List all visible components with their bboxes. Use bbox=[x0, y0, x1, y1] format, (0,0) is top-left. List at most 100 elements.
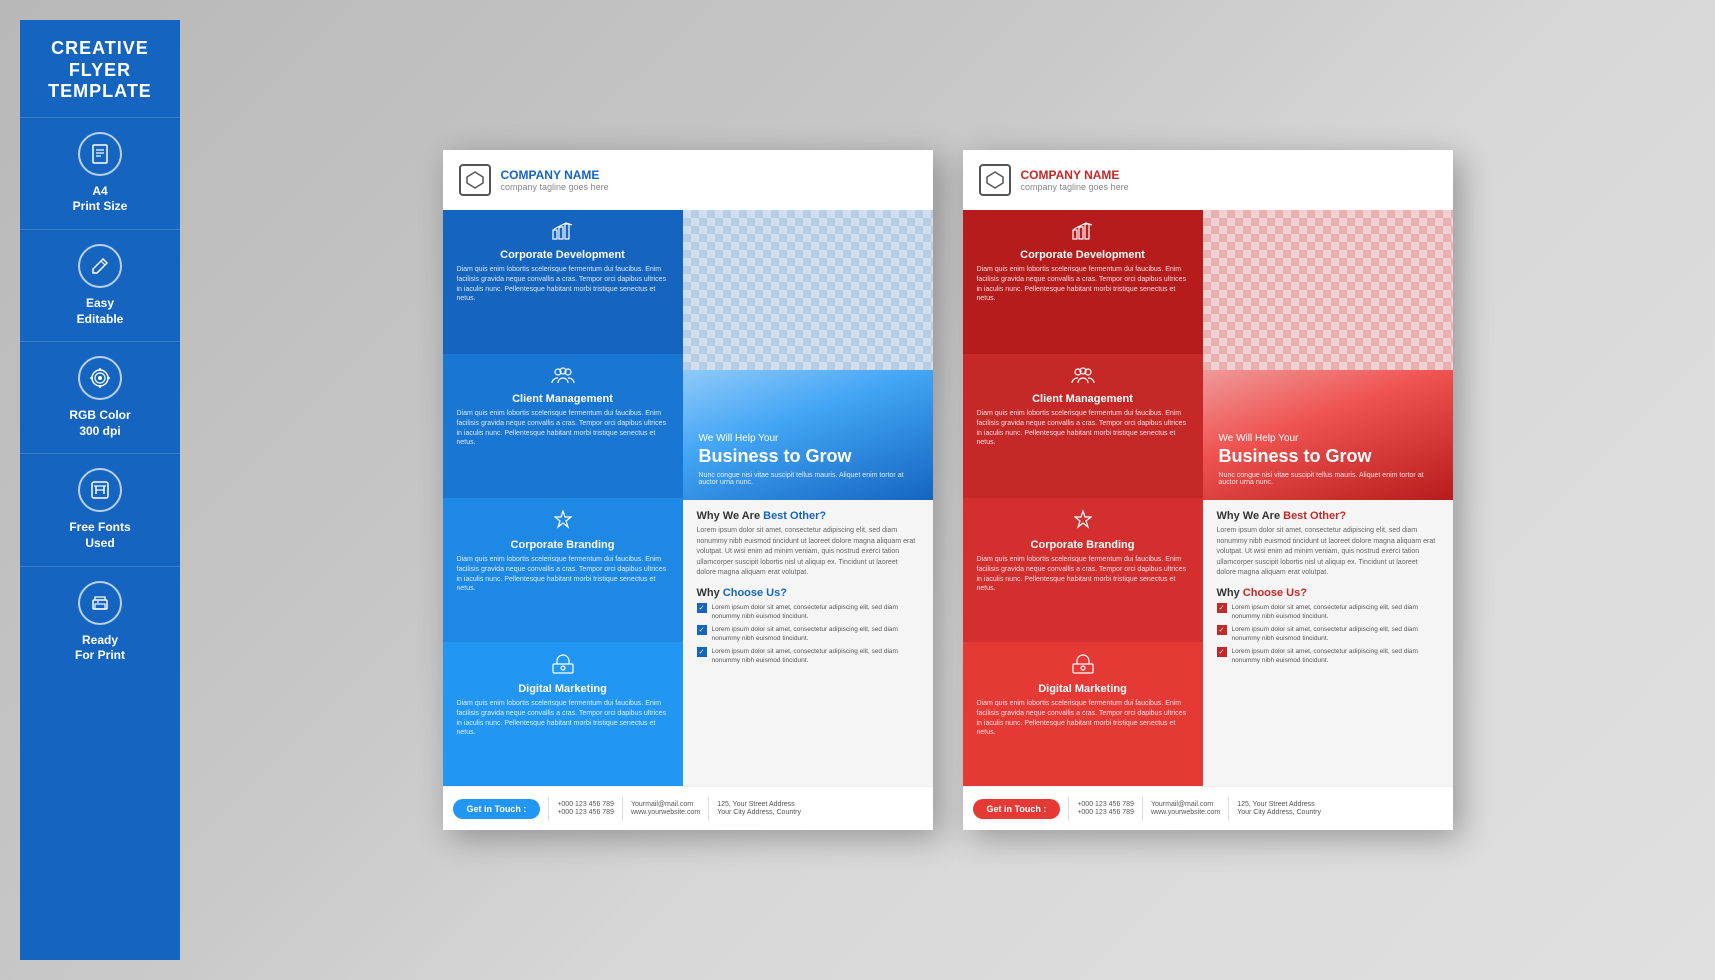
sidebar: CREATIVEFLYERTEMPLATE A4Print Size Eas bbox=[20, 20, 180, 960]
flyers-area: COMPANY NAME company tagline goes here bbox=[200, 20, 1695, 960]
hero-blue: We Will Help Your Business to Grow Nunc … bbox=[683, 370, 933, 500]
printer-icon bbox=[78, 581, 122, 625]
section-title-marketing-blue: Digital Marketing bbox=[457, 683, 669, 695]
hero-red: We Will Help Your Business to Grow Nunc … bbox=[1203, 370, 1453, 500]
branding-icon bbox=[457, 510, 669, 535]
section-text-branding-red: Diam quis enim lobortis scelerisque ferm… bbox=[977, 555, 1189, 594]
section-development-red: Corporate Development Diam quis enim lob… bbox=[963, 210, 1203, 354]
company-tagline-red: company tagline goes here bbox=[1021, 182, 1129, 192]
company-info-blue: COMPANY NAME company tagline goes here bbox=[501, 168, 609, 192]
section-branding-blue: Corporate Branding Diam quis enim lobort… bbox=[443, 498, 683, 642]
branding-icon-red bbox=[977, 510, 1189, 535]
flyer-red-header: COMPANY NAME company tagline goes here bbox=[963, 150, 1453, 210]
footer-sep-3-blue bbox=[708, 797, 709, 821]
flyer-red-body: Corporate Development Diam quis enim lob… bbox=[963, 210, 1453, 786]
sidebar-item-rgb: RGB Color300 dpi bbox=[20, 341, 180, 453]
footer-sep-2-red bbox=[1142, 797, 1143, 821]
sidebar-item-fonts: Free FontsUsed bbox=[20, 453, 180, 565]
checkbox-2-red: ✓ bbox=[1217, 625, 1227, 635]
section-title-development-red: Corporate Development bbox=[977, 249, 1189, 261]
website-blue: www.yourwebsite.com bbox=[631, 809, 700, 816]
footer-sep-1-red bbox=[1068, 797, 1069, 821]
check-text-1-red: Lorem ipsum dolor sit amet, consectetur … bbox=[1232, 603, 1439, 621]
flyer-blue-footer: Get in Touch : +000 123 456 789 +000 123… bbox=[443, 786, 933, 830]
checkbox-3-red: ✓ bbox=[1217, 647, 1227, 657]
check-text-3-red: Lorem ipsum dolor sit amet, consectetur … bbox=[1232, 647, 1439, 665]
why-choose-heading-blue: Why Choose Us? bbox=[697, 587, 919, 599]
sidebar-label-rgb: RGB Color300 dpi bbox=[69, 408, 130, 439]
white-section-blue: Why We Are Best Other? Lorem ipsum dolor… bbox=[683, 500, 933, 786]
section-text-development-red: Diam quis enim lobortis scelerisque ferm… bbox=[977, 265, 1189, 304]
development-icon bbox=[457, 222, 669, 245]
flyer-red-right: We Will Help Your Business to Grow Nunc … bbox=[1203, 210, 1453, 786]
phone1-blue: +000 123 456 789 bbox=[557, 801, 614, 808]
flyer-blue-left: Corporate Development Diam quis enim lob… bbox=[443, 210, 683, 786]
section-management-blue: Client Management Diam quis enim loborti… bbox=[443, 354, 683, 498]
why-choose-heading-red: Why Choose Us? bbox=[1217, 587, 1439, 599]
footer-email-blue: Yourmail@mail.com www.yourwebsite.com bbox=[631, 801, 700, 816]
checkbox-1-red: ✓ bbox=[1217, 603, 1227, 613]
why-best-heading-red: Why We Are Best Other? bbox=[1217, 510, 1439, 522]
cta-button-blue[interactable]: Get in Touch : bbox=[453, 799, 541, 819]
company-tagline-blue: company tagline goes here bbox=[501, 182, 609, 192]
hero-text-red: Nunc congue nisi vitae suscipit tellus m… bbox=[1219, 472, 1437, 486]
email-blue: Yourmail@mail.com bbox=[631, 801, 700, 808]
edit-icon bbox=[78, 244, 122, 288]
check-item-3-blue: ✓ Lorem ipsum dolor sit amet, consectetu… bbox=[697, 647, 919, 665]
sidebar-label-editable: EasyEditable bbox=[77, 296, 124, 327]
section-marketing-blue: Digital Marketing Diam quis enim loborti… bbox=[443, 642, 683, 786]
flyer-blue-right: We Will Help Your Business to Grow Nunc … bbox=[683, 210, 933, 786]
cta-button-red[interactable]: Get in Touch : bbox=[973, 799, 1061, 819]
check-item-2-blue: ✓ Lorem ipsum dolor sit amet, consectetu… bbox=[697, 625, 919, 643]
image-placeholder-blue bbox=[683, 210, 933, 370]
check-item-1-blue: ✓ Lorem ipsum dolor sit amet, consectetu… bbox=[697, 603, 919, 621]
flyer-red: COMPANY NAME company tagline goes here bbox=[963, 150, 1453, 830]
checkbox-3-blue: ✓ bbox=[697, 647, 707, 657]
section-text-marketing-red: Diam quis enim lobortis scelerisque ferm… bbox=[977, 699, 1189, 738]
company-info-red: COMPANY NAME company tagline goes here bbox=[1021, 168, 1129, 192]
section-title-development-blue: Corporate Development bbox=[457, 249, 669, 261]
footer-sep-3-red bbox=[1228, 797, 1229, 821]
flyer-blue: COMPANY NAME company tagline goes here bbox=[443, 150, 933, 830]
checkbox-2-blue: ✓ bbox=[697, 625, 707, 635]
section-management-red: Client Management Diam quis enim loborti… bbox=[963, 354, 1203, 498]
phone2-red: +000 123 456 789 bbox=[1077, 809, 1134, 816]
why-best-heading-blue: Why We Are Best Other? bbox=[697, 510, 919, 522]
image-placeholder-red bbox=[1203, 210, 1453, 370]
fonts-icon bbox=[78, 468, 122, 512]
company-logo-red bbox=[979, 164, 1011, 196]
website-red: www.yourwebsite.com bbox=[1151, 809, 1220, 816]
hero-sub-red: We Will Help Your bbox=[1219, 433, 1437, 444]
company-logo-blue bbox=[459, 164, 491, 196]
check-item-3-red: ✓ Lorem ipsum dolor sit amet, consectetu… bbox=[1217, 647, 1439, 665]
section-title-branding-red: Corporate Branding bbox=[977, 539, 1189, 551]
why-best-text-red: Lorem ipsum dolor sit amet, consectetur … bbox=[1217, 526, 1439, 579]
section-text-marketing-blue: Diam quis enim lobortis scelerisque ferm… bbox=[457, 699, 669, 738]
target-icon bbox=[78, 356, 122, 400]
hero-sub-blue: We Will Help Your bbox=[699, 433, 917, 444]
company-name-blue: COMPANY NAME bbox=[501, 168, 609, 182]
development-icon-red bbox=[977, 222, 1189, 245]
phone2-blue: +000 123 456 789 bbox=[557, 809, 614, 816]
hero-title-blue: Business to Grow bbox=[699, 446, 917, 468]
section-text-management-blue: Diam quis enim lobortis scelerisque ferm… bbox=[457, 409, 669, 448]
flyer-red-left: Corporate Development Diam quis enim lob… bbox=[963, 210, 1203, 786]
marketing-icon-red bbox=[977, 654, 1189, 679]
main-container: CREATIVEFLYERTEMPLATE A4Print Size Eas bbox=[0, 0, 1715, 980]
checklist-blue: ✓ Lorem ipsum dolor sit amet, consectetu… bbox=[697, 603, 919, 666]
city-red: Your City Address, Country bbox=[1237, 809, 1321, 816]
section-text-development-blue: Diam quis enim lobortis scelerisque ferm… bbox=[457, 265, 669, 304]
sidebar-label-fonts: Free FontsUsed bbox=[69, 520, 130, 551]
footer-phone-blue: +000 123 456 789 +000 123 456 789 bbox=[557, 801, 614, 816]
sidebar-item-print: ReadyFor Print bbox=[20, 566, 180, 678]
footer-address-red: 125, Your Street Address Your City Addre… bbox=[1237, 801, 1321, 816]
white-section-red: Why We Are Best Other? Lorem ipsum dolor… bbox=[1203, 500, 1453, 786]
checklist-red: ✓ Lorem ipsum dolor sit amet, consectetu… bbox=[1217, 603, 1439, 666]
section-title-marketing-red: Digital Marketing bbox=[977, 683, 1189, 695]
check-text-2-red: Lorem ipsum dolor sit amet, consectetur … bbox=[1232, 625, 1439, 643]
address-blue: 125, Your Street Address bbox=[717, 801, 801, 808]
management-icon-red bbox=[977, 366, 1189, 389]
sidebar-title: CREATIVEFLYERTEMPLATE bbox=[36, 20, 164, 117]
flyer-blue-body: Corporate Development Diam quis enim lob… bbox=[443, 210, 933, 786]
check-item-2-red: ✓ Lorem ipsum dolor sit amet, consectetu… bbox=[1217, 625, 1439, 643]
